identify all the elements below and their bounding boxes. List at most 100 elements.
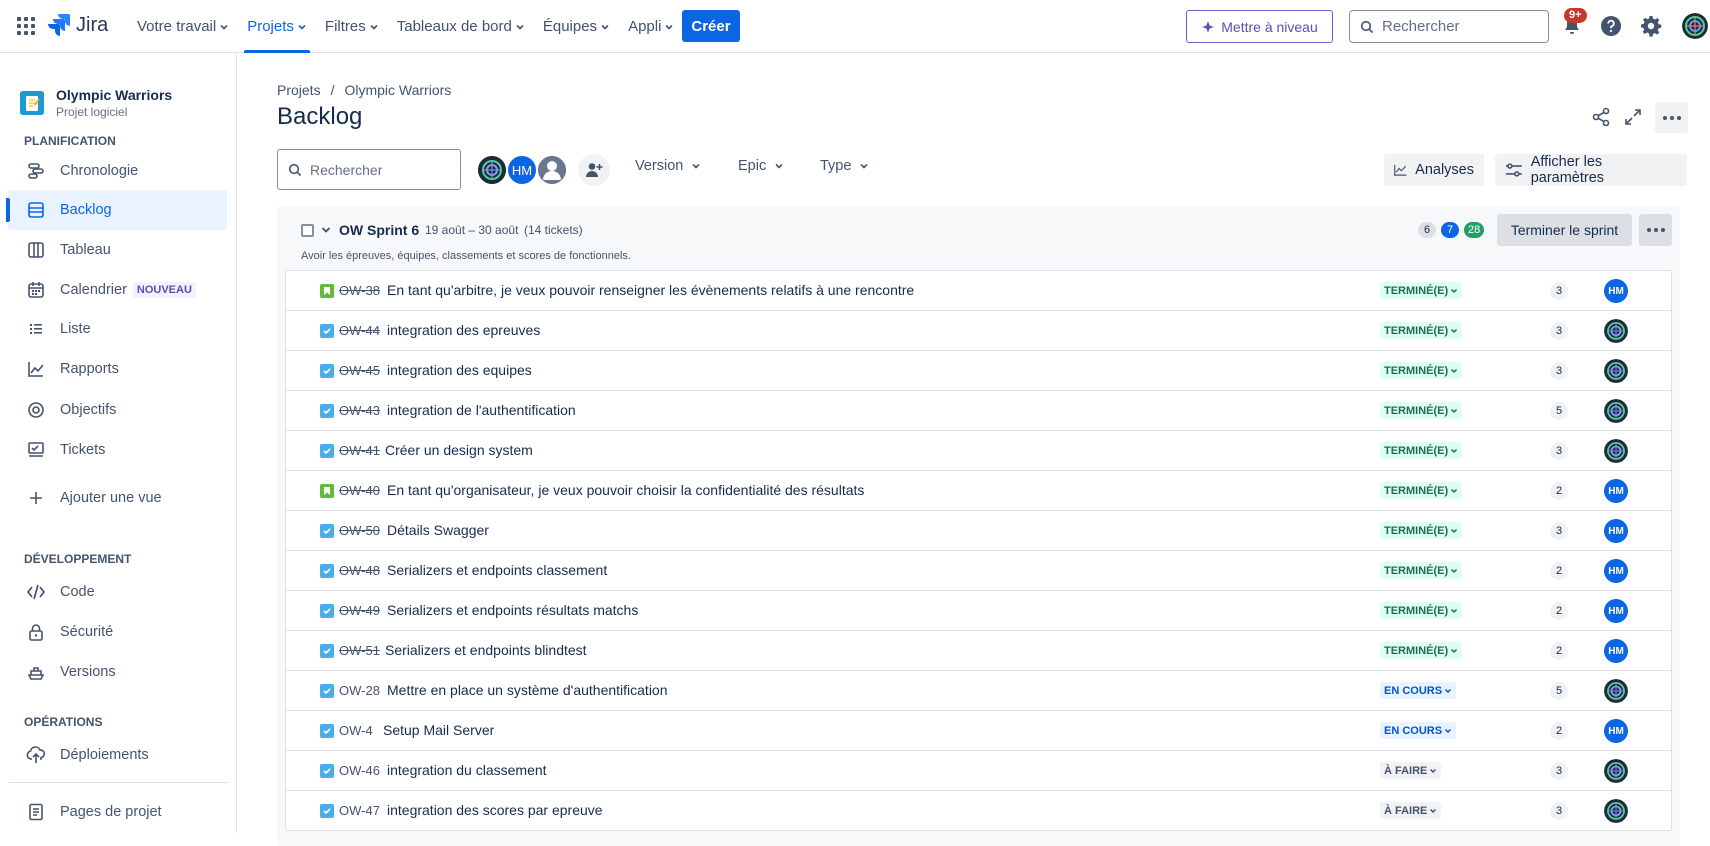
issue-summary[interactable]: En tant qu'arbitre, je veux pouvoir rens… [387, 282, 914, 298]
assignee-avatar[interactable] [1604, 319, 1628, 343]
issue-summary[interactable]: Créer un design system [385, 442, 533, 458]
story-points-badge[interactable]: 3 [1550, 762, 1568, 780]
backlog-search[interactable] [277, 149, 461, 190]
issue-row[interactable]: OW-48 Serializers et endpoints classement… [286, 551, 1671, 591]
assignee-avatar[interactable]: HM [1604, 719, 1628, 743]
issue-summary[interactable]: integration du classement [387, 762, 547, 778]
issue-summary[interactable]: Serializers et endpoints résultats match… [387, 602, 638, 618]
upgrade-button[interactable]: Mettre à niveau [1186, 10, 1333, 43]
global-search[interactable] [1349, 10, 1549, 43]
story-points-badge[interactable]: 2 [1550, 642, 1568, 660]
issue-row[interactable]: OW-45 integration des equipes TERMINÉ(E) 3 [286, 351, 1671, 391]
story-points-badge[interactable]: 2 [1550, 482, 1568, 500]
story-points-badge[interactable]: 3 [1550, 442, 1568, 460]
menu-apps[interactable]: Appli [619, 0, 683, 53]
fullscreen-icon[interactable] [1623, 107, 1643, 127]
issue-key[interactable]: OW-4 [339, 723, 373, 738]
sprint-name[interactable]: OW Sprint 6 [339, 222, 419, 238]
issue-row[interactable]: OW-40 En tant qu'organisateur, je veux po… [286, 471, 1671, 511]
status-dropdown[interactable]: À FAIRE [1380, 802, 1442, 819]
issue-row[interactable]: OW-47 integration des scores par epreuve À… [286, 791, 1671, 831]
backlog-search-input[interactable] [310, 161, 450, 178]
issue-key[interactable]: OW-38 [339, 283, 380, 298]
menu-your-work[interactable]: Votre travail [128, 0, 238, 53]
assignee-avatar[interactable]: HM [1604, 639, 1628, 663]
issue-row[interactable]: OW-51 Serializers et endpoints blindtest T… [286, 631, 1671, 671]
issue-key[interactable]: OW-40 [339, 483, 380, 498]
status-dropdown[interactable]: TERMINÉ(E) [1380, 282, 1463, 299]
story-points-badge[interactable]: 2 [1550, 602, 1568, 620]
breadcrumb-project[interactable]: Olympic Warriors [344, 82, 451, 98]
epic-filter[interactable]: Epic [738, 158, 784, 174]
menu-teams[interactable]: Équipes [534, 0, 619, 53]
sidebar-item-backlog[interactable]: Backlog [6, 190, 227, 230]
sidebar-item-reports[interactable]: Rapports [8, 349, 227, 389]
project-header[interactable]: Olympic Warriors Projet logiciel [20, 87, 172, 119]
jira-logo[interactable]: Jira [48, 13, 108, 37]
status-dropdown[interactable]: TERMINÉ(E) [1380, 362, 1463, 379]
assignee-avatar[interactable]: HM [1604, 599, 1628, 623]
story-points-badge[interactable]: 3 [1550, 322, 1568, 340]
issue-summary[interactable]: Détails Swagger [387, 522, 489, 538]
sprint-collapse-chevron-icon[interactable] [320, 224, 332, 236]
story-points-badge[interactable]: 3 [1550, 362, 1568, 380]
assignee-avatar[interactable]: HM [1604, 519, 1628, 543]
issue-summary[interactable]: integration des epreuves [387, 322, 540, 338]
status-dropdown[interactable]: TERMINÉ(E) [1380, 482, 1463, 499]
issue-row[interactable]: OW-38 En tant qu'arbitre, je veux pouvoir… [286, 271, 1671, 311]
issue-summary[interactable]: Serializers et endpoints classement [387, 562, 607, 578]
view-settings-button[interactable]: Afficher les paramètres [1495, 154, 1687, 186]
assignee-avatar[interactable] [1604, 399, 1628, 423]
issue-row[interactable]: OW-49 Serializers et endpoints résultats … [286, 591, 1671, 631]
issue-row[interactable]: OW-41 Créer un design system TERMINÉ(E) 3 [286, 431, 1671, 471]
sidebar-item-releases[interactable]: Versions [8, 652, 227, 692]
sidebar-item-calendar[interactable]: Calendrier NOUVEAU [8, 270, 227, 310]
assignee-avatar[interactable] [1604, 759, 1628, 783]
issue-row[interactable]: OW-50 Détails Swagger TERMINÉ(E) 3 HM [286, 511, 1671, 551]
issue-summary[interactable]: Serializers et endpoints blindtest [385, 642, 587, 658]
story-points-badge[interactable]: 3 [1550, 522, 1568, 540]
story-points-badge[interactable]: 2 [1550, 562, 1568, 580]
issue-row[interactable]: OW-44 integration des epreuves TERMINÉ(E) 3 [286, 311, 1671, 351]
app-switcher-icon[interactable] [16, 16, 36, 36]
status-dropdown[interactable]: TERMINÉ(E) [1380, 322, 1463, 339]
sidebar-item-board[interactable]: Tableau [8, 230, 227, 270]
more-actions-button[interactable] [1655, 102, 1688, 133]
issue-summary[interactable]: integration de l'authentification [387, 402, 576, 418]
sidebar-item-list[interactable]: Liste [8, 309, 227, 349]
assignee-avatar[interactable] [1604, 799, 1628, 823]
create-button[interactable]: Créer [682, 10, 740, 42]
issue-summary[interactable]: integration des scores par epreuve [387, 802, 603, 818]
issue-row[interactable]: OW-4 Setup Mail Server EN COURS 2 HM [286, 711, 1671, 751]
issue-key[interactable]: OW-28 [339, 683, 380, 698]
status-dropdown[interactable]: TERMINÉ(E) [1380, 402, 1463, 419]
type-filter[interactable]: Type [820, 158, 869, 174]
status-dropdown[interactable]: EN COURS [1380, 682, 1457, 699]
settings-gear-icon[interactable] [1639, 14, 1663, 38]
breadcrumb-projects[interactable]: Projets [277, 82, 321, 98]
issue-key[interactable]: OW-50 [339, 523, 380, 538]
help-icon[interactable] [1599, 14, 1623, 38]
issue-key[interactable]: OW-46 [339, 763, 380, 778]
issue-key[interactable]: OW-45 [339, 363, 380, 378]
issue-key[interactable]: OW-51 [339, 643, 380, 658]
assignee-avatar[interactable]: HM [1604, 279, 1628, 303]
issue-row[interactable]: OW-43 integration de l'authentification TE… [286, 391, 1671, 431]
insights-button[interactable]: Analyses [1384, 154, 1484, 186]
assignee-avatar[interactable] [1604, 359, 1628, 383]
sidebar-item-deployments[interactable]: Déploiements [8, 735, 227, 775]
menu-projects[interactable]: Projets [238, 0, 316, 53]
status-dropdown[interactable]: TERMINÉ(E) [1380, 642, 1463, 659]
sidebar-item-goals[interactable]: Objectifs [8, 390, 227, 430]
assignee-avatar[interactable] [1604, 439, 1628, 463]
menu-filters[interactable]: Filtres [316, 0, 388, 53]
share-icon[interactable] [1591, 107, 1611, 127]
issue-key[interactable]: OW-44 [339, 323, 380, 338]
story-points-badge[interactable]: 2 [1550, 722, 1568, 740]
sidebar-add-view[interactable]: Ajouter une vue [8, 478, 227, 518]
story-points-badge[interactable]: 3 [1550, 282, 1568, 300]
sidebar-item-security[interactable]: Sécurité [8, 612, 227, 652]
issue-key[interactable]: OW-49 [339, 603, 380, 618]
issue-summary[interactable]: En tant qu'organisateur, je veux pouvoir… [387, 482, 864, 498]
issue-key[interactable]: OW-41 [339, 443, 380, 458]
